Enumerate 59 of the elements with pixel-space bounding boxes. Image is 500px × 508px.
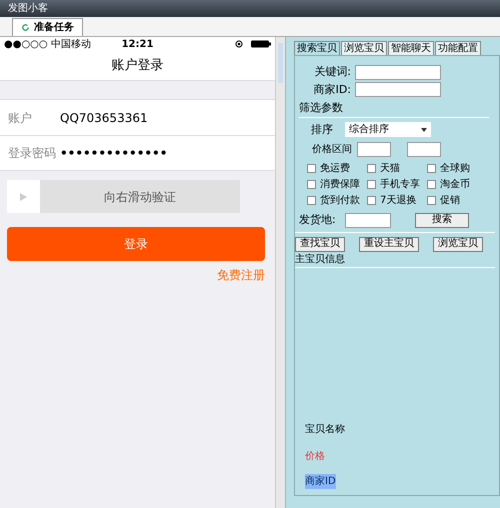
location-field[interactable]	[345, 212, 391, 228]
battery-icon	[251, 40, 271, 48]
min-price-field[interactable]	[357, 142, 391, 157]
slider-text: 向右滑动验证	[103, 188, 177, 206]
checkbox-label: 货到付款	[320, 194, 360, 208]
checkbox-label: 手机专享	[380, 178, 420, 192]
action-button[interactable]: 浏览宝贝	[433, 236, 483, 252]
checkbox[interactable]	[427, 196, 436, 205]
checkbox-label: 全球购	[440, 162, 470, 176]
tab[interactable]: 智能聊天	[388, 41, 434, 55]
checkbox-label: 7天退换	[380, 194, 416, 208]
keyword-field[interactable]	[355, 64, 441, 80]
checkbox[interactable]	[307, 196, 316, 205]
checkbox[interactable]	[367, 164, 376, 173]
tab[interactable]: 浏览宝贝	[341, 41, 387, 55]
checkbox-label: 免运费	[320, 162, 350, 176]
item-name-label: 宝贝名称	[305, 422, 346, 437]
checkbox[interactable]	[307, 164, 316, 173]
seller-id-label: 商家ID	[305, 474, 336, 489]
sort-label: 排序	[310, 122, 334, 138]
field-label: 账户	[8, 110, 33, 126]
checkbox[interactable]	[367, 196, 376, 205]
clock-text: 12:21	[122, 38, 154, 52]
checkbox-label: 淘金币	[440, 178, 470, 192]
tab[interactable]: 准备任务	[12, 18, 83, 36]
carrier-text: ●●○○○ 中国移动	[4, 38, 92, 52]
seller-id-label: 商家ID:	[312, 82, 352, 98]
slider-handle[interactable]	[7, 180, 40, 213]
slider-track[interactable]: 向右滑动验证	[7, 180, 240, 213]
window-title: 发图小客	[8, 2, 48, 16]
checkbox-label: 促销	[440, 194, 460, 208]
field-label: 登录密码	[8, 145, 57, 162]
keyword-label: 关键词:	[313, 64, 352, 80]
checkbox[interactable]	[427, 180, 436, 189]
refresh-icon	[21, 23, 30, 32]
seller-id-field[interactable]	[355, 82, 441, 98]
checkbox-label: 天猫	[380, 162, 400, 176]
section-title: 主宝贝信息	[295, 252, 495, 268]
page-title: 账户登录	[112, 56, 164, 75]
scrollbar[interactable]	[278, 43, 283, 83]
action-button[interactable]: 重设主宝贝	[359, 236, 419, 252]
price-range-label: 价格区间	[311, 142, 353, 157]
price-label: 价格	[305, 450, 326, 464]
action-button[interactable]: 查找宝贝	[295, 236, 345, 252]
checkbox[interactable]	[427, 164, 436, 173]
max-price-field[interactable]	[407, 142, 441, 157]
checkbox[interactable]	[307, 180, 316, 189]
arrow-icon	[20, 192, 27, 200]
input-field[interactable]: ••••••••••••••	[60, 144, 168, 162]
location-label: 发货地:	[299, 212, 337, 228]
tab[interactable]: 搜索宝贝	[294, 41, 340, 55]
tab[interactable]: 功能配置	[435, 41, 481, 55]
filter-title: 筛选参数	[299, 100, 489, 118]
search-button[interactable]: 搜索	[415, 212, 469, 228]
input-field[interactable]: QQ703653361	[60, 108, 148, 126]
caret-icon	[421, 128, 427, 132]
checkbox[interactable]	[367, 180, 376, 189]
sort-dropdown[interactable]: 综合排序	[345, 122, 431, 138]
checkbox-label: 消费保障	[320, 178, 360, 192]
